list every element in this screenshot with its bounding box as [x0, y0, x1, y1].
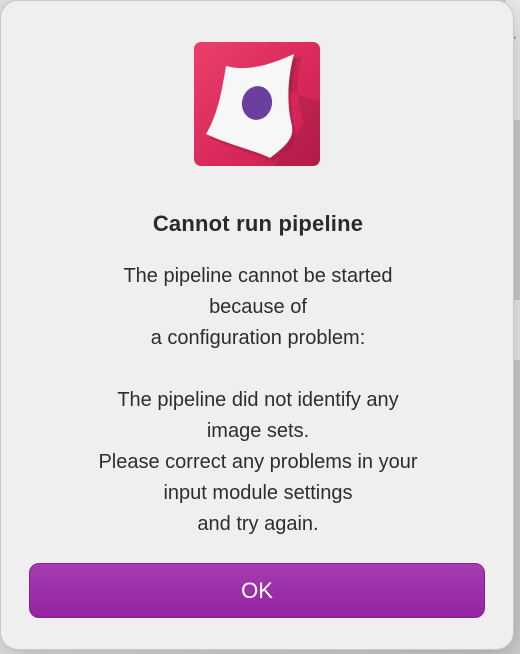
message-line — [31, 354, 485, 385]
ok-button[interactable]: OK — [29, 563, 485, 618]
app-icon-graphic — [206, 54, 320, 166]
app-icon — [194, 42, 320, 166]
message-line: Please correct any problems in your — [98, 451, 418, 473]
dialog-title: Cannot run pipeline — [152, 211, 364, 236]
dialog-message: The pipeline cannot be started because o… — [31, 261, 485, 540]
message-line: The pipeline did not identify any — [117, 389, 399, 411]
message-line: image sets. — [206, 420, 310, 442]
message-line: input module settings — [163, 482, 353, 504]
message-line: because of — [209, 296, 307, 318]
alert-dialog: Cannot run pipeline The pipeline cannot … — [0, 0, 514, 650]
message-line: The pipeline cannot be started — [123, 265, 393, 287]
message-line: and try again. — [197, 513, 319, 535]
message-line: a configuration problem: — [150, 327, 366, 349]
